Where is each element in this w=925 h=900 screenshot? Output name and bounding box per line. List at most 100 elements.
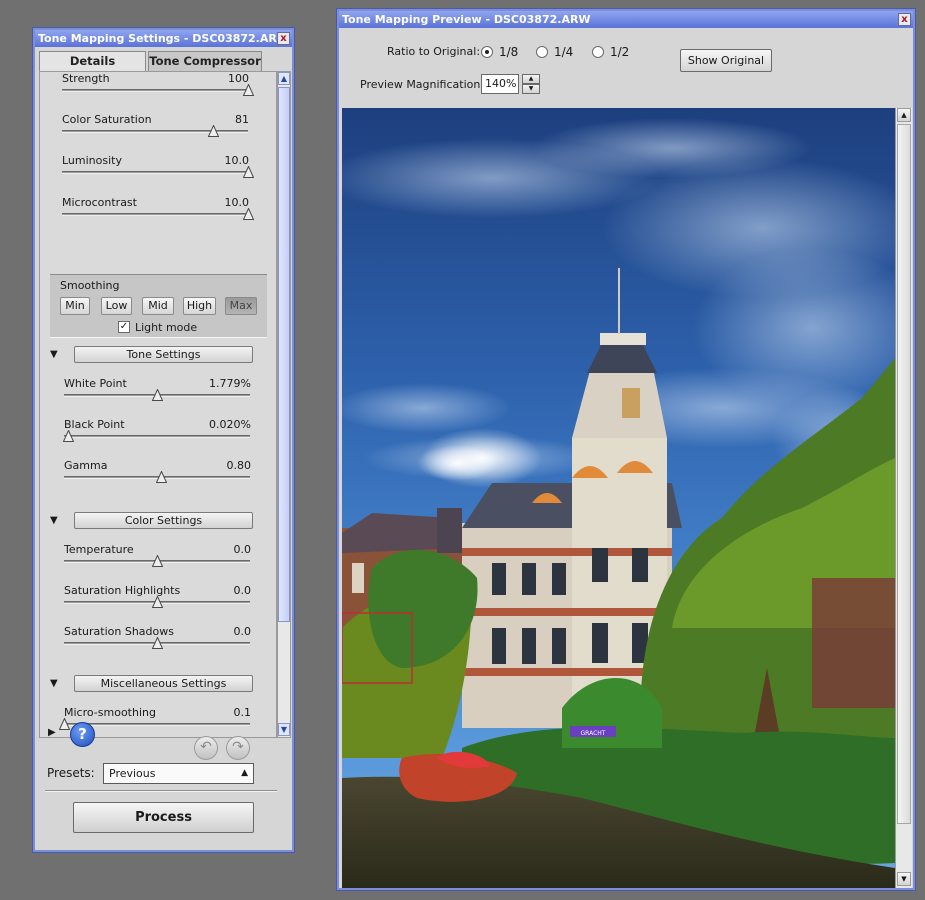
strength-thumb[interactable] xyxy=(243,84,254,96)
smoothing-low-button[interactable]: Low xyxy=(101,297,132,315)
color-saturation-slider[interactable]: Color Saturation 81 xyxy=(57,113,276,154)
luminosity-label: Luminosity xyxy=(62,154,122,167)
undo-icon[interactable]: ↶ xyxy=(194,736,218,760)
settings-scroll-area: Strength 100 Color Saturation 81 Luminosity 1… xyxy=(39,71,277,738)
gamma-thumb[interactable] xyxy=(156,471,167,483)
smoothing-mid-button[interactable]: Mid xyxy=(142,297,174,315)
temperature-value: 0.0 xyxy=(233,543,252,556)
presets-label: Presets: xyxy=(47,766,95,780)
color-saturation-track[interactable] xyxy=(62,130,248,133)
gamma-value: 0.80 xyxy=(226,459,252,472)
tone-mapping-settings-window: Tone Mapping Settings - DSC03872.ARW x D… xyxy=(33,28,294,852)
gamma-slider[interactable]: Gamma 0.80 xyxy=(59,459,276,500)
black-point-slider[interactable]: Black Point 0.020% xyxy=(59,418,276,459)
white-point-value: 1.779% xyxy=(209,377,251,390)
show-original-button[interactable]: Show Original xyxy=(680,49,772,72)
luminosity-slider[interactable]: Luminosity 10.0 xyxy=(57,154,276,195)
redo-icon[interactable]: ↷ xyxy=(226,736,250,760)
color-saturation-label: Color Saturation xyxy=(62,113,152,126)
microcontrast-thumb[interactable] xyxy=(243,208,254,220)
preview-scrollbar-thumb[interactable] xyxy=(897,124,911,824)
collapse-triangle-icon[interactable]: ▼ xyxy=(50,515,58,526)
scrollbar-thumb[interactable] xyxy=(278,87,290,622)
miscellaneous-settings-button[interactable]: Miscellaneous Settings xyxy=(74,675,253,692)
close-icon[interactable]: x xyxy=(277,32,290,45)
strength-track[interactable] xyxy=(62,89,248,92)
color-settings-button[interactable]: Color Settings xyxy=(74,512,253,529)
ratio-radio-1-4[interactable] xyxy=(536,46,548,58)
tone-mapping-preview-window: Tone Mapping Preview - DSC03872.ARW x Ra… xyxy=(337,9,915,890)
tab-details-enhancer[interactable]: Details Enhancer xyxy=(39,51,146,86)
spinner-up-icon[interactable]: ▲ xyxy=(522,74,540,84)
white-point-thumb[interactable] xyxy=(152,389,163,401)
sign-text: GRACHT xyxy=(581,730,606,737)
scroll-up-arrow-icon[interactable]: ▲ xyxy=(278,72,290,85)
tab-tone-compressor[interactable]: Tone Compressor xyxy=(148,51,262,71)
luminosity-thumb[interactable] xyxy=(243,166,254,178)
hdr-canal-house-photo: GRACHT xyxy=(342,108,895,888)
magnification-label: Preview Magnification: xyxy=(360,78,485,91)
saturation-highlights-value: 0.0 xyxy=(233,584,252,597)
temperature-label: Temperature xyxy=(64,543,134,556)
light-mode-label: Light mode xyxy=(135,321,198,334)
color-saturation-thumb[interactable] xyxy=(208,125,219,137)
expand-triangle-icon[interactable]: ▶ xyxy=(48,727,56,738)
saturation-highlights-slider[interactable]: Saturation Highlights 0.0 xyxy=(59,584,276,625)
ratio-label: Ratio to Original: xyxy=(387,45,481,58)
scroll-down-arrow-icon[interactable]: ▼ xyxy=(897,872,911,886)
black-point-value: 0.020% xyxy=(209,418,251,431)
smoothing-group: Smoothing Min Low Mid High Max ✓ Light m… xyxy=(50,274,267,338)
temperature-slider[interactable]: Temperature 0.0 xyxy=(59,543,276,584)
presets-select[interactable]: Previous ▲ xyxy=(103,763,254,784)
settings-scrollbar[interactable]: ▲ ▼ xyxy=(277,71,291,738)
ratio-option-label: 1/8 xyxy=(499,45,519,59)
preview-title: Tone Mapping Preview - DSC03872.ARW xyxy=(342,13,591,26)
saturation-shadows-thumb[interactable] xyxy=(152,637,163,649)
ratio-radio-1-8[interactable] xyxy=(481,46,493,58)
light-mode-checkbox[interactable]: ✓ xyxy=(118,321,130,333)
dropdown-arrow-icon: ▲ xyxy=(241,768,248,778)
process-button[interactable]: Process xyxy=(73,802,254,833)
collapse-triangle-icon[interactable]: ▼ xyxy=(50,349,58,360)
color-saturation-value: 81 xyxy=(235,113,249,126)
ratio-option-label: 1/4 xyxy=(554,45,574,59)
temperature-thumb[interactable] xyxy=(152,555,163,567)
tone-settings-button[interactable]: Tone Settings xyxy=(74,346,253,363)
smoothing-min-button[interactable]: Min xyxy=(60,297,90,315)
saturation-shadows-value: 0.0 xyxy=(233,625,252,638)
saturation-highlights-thumb[interactable] xyxy=(152,596,163,608)
black-point-thumb[interactable] xyxy=(63,430,74,442)
black-point-track[interactable] xyxy=(64,435,250,438)
scroll-down-arrow-icon[interactable]: ▼ xyxy=(278,723,290,736)
ratio-radio-1-2[interactable] xyxy=(592,46,604,58)
preview-image[interactable]: GRACHT xyxy=(342,108,895,888)
magnification-input[interactable]: 140% xyxy=(481,74,519,94)
microcontrast-slider[interactable]: Microcontrast 10.0 xyxy=(57,196,276,237)
spinner-down-icon[interactable]: ▼ xyxy=(522,84,540,94)
luminosity-track[interactable] xyxy=(62,171,248,174)
smoothing-high-button[interactable]: High xyxy=(183,297,216,315)
presets-value: Previous xyxy=(109,767,156,780)
micro-smoothing-thumb[interactable] xyxy=(59,718,70,730)
scroll-up-arrow-icon[interactable]: ▲ xyxy=(897,108,911,122)
magnification-spinner[interactable]: ▲ ▼ xyxy=(522,74,540,94)
micro-smoothing-value: 0.1 xyxy=(233,706,252,719)
microcontrast-label: Microcontrast xyxy=(62,196,137,209)
help-icon[interactable]: ? xyxy=(70,722,95,747)
settings-titlebar[interactable]: Tone Mapping Settings - DSC03872.ARW x xyxy=(35,30,292,47)
strength-slider[interactable]: Strength 100 xyxy=(57,72,276,113)
preview-scrollbar[interactable]: ▲ ▼ xyxy=(895,108,912,888)
gamma-label: Gamma xyxy=(64,459,108,472)
settings-title: Tone Mapping Settings - DSC03872.ARW xyxy=(38,32,289,45)
collapse-triangle-icon[interactable]: ▼ xyxy=(50,678,58,689)
white-point-slider[interactable]: White Point 1.779% xyxy=(59,377,276,418)
ratio-option-label: 1/2 xyxy=(610,45,630,59)
micro-smoothing-label: Micro-smoothing xyxy=(64,706,156,719)
strength-label: Strength xyxy=(62,72,110,85)
saturation-shadows-slider[interactable]: Saturation Shadows 0.0 xyxy=(59,625,276,666)
smoothing-max-button[interactable]: Max xyxy=(225,297,257,315)
preview-titlebar[interactable]: Tone Mapping Preview - DSC03872.ARW x xyxy=(339,11,913,28)
microcontrast-track[interactable] xyxy=(62,213,248,216)
close-icon[interactable]: x xyxy=(898,13,911,26)
bottom-divider xyxy=(45,790,277,792)
